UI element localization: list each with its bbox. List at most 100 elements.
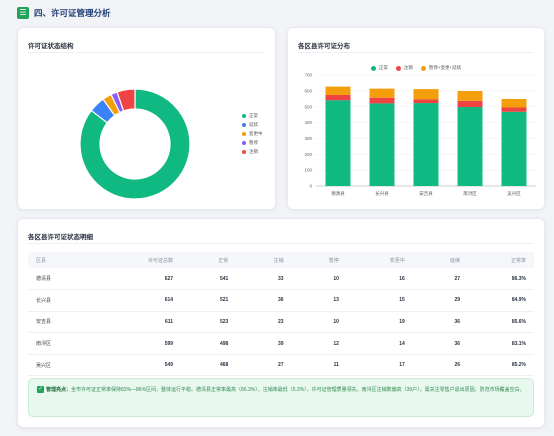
table-cell: 36 bbox=[278, 297, 284, 304]
x-tick-label: 德清县 bbox=[331, 190, 345, 197]
check-icon: ✓ bbox=[37, 386, 44, 394]
bar-segment-注销-南浔区[interactable] bbox=[457, 100, 483, 108]
bar-segment-正常-吴兴区[interactable] bbox=[501, 111, 527, 186]
col-changing[interactable]: 变更中 bbox=[347, 252, 413, 268]
donut-chart bbox=[79, 88, 191, 200]
legend-label: 延续 bbox=[249, 121, 258, 127]
table-cell: 15 bbox=[399, 297, 405, 304]
bar-segment-注销-安吉县[interactable] bbox=[413, 99, 439, 104]
col-renewal[interactable]: 延续 bbox=[413, 252, 468, 268]
pie-legend: 正常 延续 变更中 暂停 注销 bbox=[242, 111, 263, 156]
table-cell: 468 bbox=[219, 362, 229, 369]
clipboard-icon: ☰ bbox=[17, 7, 29, 19]
bar-segment-暂停+变更+延续-长兴县[interactable] bbox=[369, 88, 395, 98]
table-cell: 17 bbox=[399, 362, 405, 369]
bar-segment-正常-长兴县[interactable] bbox=[369, 103, 395, 186]
y-tick-label: 200 bbox=[304, 152, 312, 157]
table-cell: 611 bbox=[164, 318, 174, 325]
table-cell: 85.6% bbox=[511, 318, 526, 325]
bar-segment-正常-安吉县[interactable] bbox=[413, 103, 439, 186]
section-header: ☰ 四、许可证管理分析 bbox=[17, 6, 111, 20]
status-detail-card: 各区县许可证状态明细 区县 许可证总数 正常 注销 暂停 变更中 延续 正常率 … bbox=[17, 218, 545, 428]
legend-item-renewal[interactable]: 延续 bbox=[242, 120, 263, 129]
table-cell: 13 bbox=[333, 297, 339, 304]
legend-item-paused[interactable]: 暂停 bbox=[242, 138, 263, 147]
table-cell: 36 bbox=[454, 340, 461, 347]
y-tick-label: 700 bbox=[304, 73, 312, 78]
y-tick-label: 0 bbox=[309, 184, 312, 189]
col-district[interactable]: 区县 bbox=[28, 252, 94, 268]
table-cell: 南浔区 bbox=[36, 341, 52, 348]
col-normal-rate[interactable]: 正常率 bbox=[468, 252, 534, 268]
table-cell: 521 bbox=[219, 297, 229, 304]
col-cancelled[interactable]: 注销 bbox=[236, 252, 291, 268]
table-cell: 39 bbox=[278, 340, 284, 347]
table-row[interactable]: 南浔区 599 498 39 12 14 36 83.1% bbox=[28, 333, 534, 355]
col-paused[interactable]: 暂停 bbox=[292, 252, 347, 268]
y-tick-label: 500 bbox=[304, 104, 312, 109]
table-header-row: 区县 许可证总数 正常 注销 暂停 变更中 延续 正常率 bbox=[28, 252, 534, 268]
legend-item-normal[interactable]: 正常 bbox=[242, 111, 263, 120]
table-cell: 19 bbox=[399, 318, 405, 325]
table-cell: 29 bbox=[454, 297, 461, 304]
table-cell: 26 bbox=[454, 362, 461, 369]
bar-segment-正常-德清县[interactable] bbox=[325, 100, 351, 186]
col-total[interactable]: 许可证总数 bbox=[94, 252, 181, 268]
table-cell: 549 bbox=[164, 362, 174, 369]
table-cell: 23 bbox=[278, 318, 284, 325]
table-body: 德清县 627 541 33 10 16 27 86.3% 长兴县 614 521 36 13 15 29 8… bbox=[28, 268, 534, 376]
table-cell: 27 bbox=[278, 362, 284, 369]
table-cell: 85.2% bbox=[511, 362, 526, 369]
table-cell: 16 bbox=[399, 275, 405, 282]
legend-dot bbox=[242, 140, 246, 145]
legend-item-changing[interactable]: 变更中 bbox=[242, 129, 263, 138]
x-tick-label: 安吉县 bbox=[419, 190, 433, 197]
x-tick-label: 吴兴区 bbox=[507, 190, 521, 197]
table-cell: 84.9% bbox=[511, 297, 526, 304]
bar-segment-暂停+变更+延续-德清县[interactable] bbox=[325, 86, 351, 95]
legend-label: 注销 bbox=[249, 148, 258, 154]
bar-segment-暂停+变更+延续-安吉县[interactable] bbox=[413, 89, 439, 100]
y-tick-label: 100 bbox=[304, 168, 312, 173]
legend-label: 正常 bbox=[249, 112, 258, 118]
bar-segment-暂停+变更+延续-吴兴区[interactable] bbox=[501, 98, 527, 108]
table-cell: 33 bbox=[278, 275, 284, 282]
table-cell: 599 bbox=[164, 340, 174, 347]
x-tick-label: 南浔区 bbox=[463, 190, 477, 197]
legend-dot bbox=[242, 122, 246, 127]
table-cell: 10 bbox=[333, 318, 339, 325]
legend-dot bbox=[242, 149, 246, 154]
y-tick-label: 400 bbox=[304, 120, 312, 125]
legend-item-cancelled[interactable]: 注销 bbox=[242, 147, 263, 156]
table-row[interactable]: 德清县 627 541 33 10 16 27 86.3% bbox=[28, 268, 534, 290]
table-cell: 541 bbox=[219, 275, 229, 282]
table-row[interactable]: 安吉县 611 523 23 10 19 36 85.6% bbox=[28, 311, 534, 333]
x-tick-label: 长兴县 bbox=[375, 190, 389, 197]
table-cell: 12 bbox=[333, 340, 339, 347]
table-cell: 10 bbox=[333, 275, 339, 282]
table-row[interactable]: 长兴县 614 521 36 13 15 29 84.9% bbox=[28, 290, 534, 312]
table-cell: 627 bbox=[164, 275, 174, 282]
note-label: 管理亮点： bbox=[46, 387, 72, 393]
table-cell: 36 bbox=[454, 318, 461, 325]
district-distribution-card: 各区县许可证分布 正常 注销 暂停+变更+延续 0 100 200 300 400 500… bbox=[287, 27, 545, 210]
table-cell: 498 bbox=[219, 340, 229, 347]
bar-segment-注销-德清县[interactable] bbox=[325, 94, 351, 101]
table-cell: 吴兴区 bbox=[36, 362, 52, 369]
y-tick-label: 300 bbox=[304, 136, 312, 141]
management-highlight-note: ✓ 管理亮点：全市许可证正常率保持83%—86%区间，整体运行平稳。德清县正常率最… bbox=[28, 378, 534, 417]
legend-dot bbox=[242, 113, 246, 118]
bar-segment-正常-南浔区[interactable] bbox=[457, 107, 483, 186]
stacked-bar-chart: 0 100 200 300 400 500 600 700 德清县 长兴县 安吉县 南浔区 吴兴区 bbox=[304, 73, 536, 197]
table-cell: 523 bbox=[219, 318, 229, 325]
bar-segment-暂停+变更+延续-南浔区[interactable] bbox=[457, 91, 483, 101]
table-cell: 83.1% bbox=[511, 340, 526, 347]
bar-segment-注销-吴兴区[interactable] bbox=[501, 107, 527, 112]
col-normal[interactable]: 正常 bbox=[181, 252, 236, 268]
table-cell: 14 bbox=[399, 340, 405, 347]
table-cell: 长兴县 bbox=[36, 297, 52, 304]
y-tick-label: 600 bbox=[304, 88, 312, 93]
bar-segment-注销-长兴县[interactable] bbox=[369, 97, 395, 104]
legend-dot bbox=[242, 131, 246, 136]
table-row[interactable]: 吴兴区 549 468 27 11 17 26 85.2% bbox=[28, 354, 534, 376]
